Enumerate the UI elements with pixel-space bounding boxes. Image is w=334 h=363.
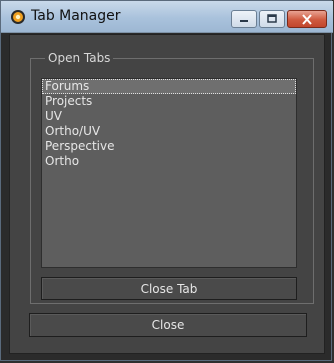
maximize-icon — [266, 14, 278, 24]
open-tabs-group: Open Tabs Forums Projects UV Ortho/UV Pe… — [30, 51, 314, 304]
close-button[interactable]: Close — [29, 313, 307, 337]
title-bar[interactable]: Tab Manager — [1, 1, 333, 33]
list-item-ortho[interactable]: Ortho — [42, 154, 296, 169]
list-item-perspective[interactable]: Perspective — [42, 139, 296, 154]
open-tabs-list[interactable]: Forums Projects UV Ortho/UV Perspective … — [41, 78, 297, 268]
minimize-button[interactable] — [231, 10, 257, 28]
open-tabs-label: Open Tabs — [45, 51, 114, 65]
tab-manager-window: Tab Manager Open Tabs Forums Projects UV… — [0, 0, 333, 361]
list-item-ortho-uv[interactable]: Ortho/UV — [42, 124, 296, 139]
list-item-uv[interactable]: UV — [42, 109, 296, 124]
list-item-forums[interactable]: Forums — [42, 79, 296, 94]
list-item-projects[interactable]: Projects — [42, 94, 296, 109]
window-content: Open Tabs Forums Projects UV Ortho/UV Pe… — [9, 34, 325, 354]
close-tab-button[interactable]: Close Tab — [41, 277, 297, 300]
maximize-button[interactable] — [259, 10, 285, 28]
app-logo-icon[interactable] — [10, 9, 26, 25]
close-icon — [301, 13, 313, 25]
window-title: Tab Manager — [31, 8, 121, 24]
minimize-icon — [238, 14, 250, 24]
close-window-button[interactable] — [287, 10, 327, 28]
